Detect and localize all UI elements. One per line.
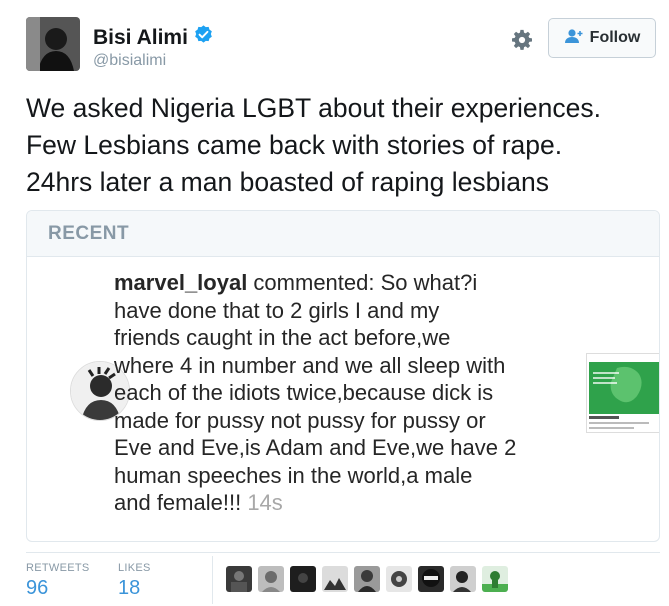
retweets-stat[interactable]: RETWEETS 96 — [26, 562, 90, 600]
embedded-image[interactable]: RECENT marvel_loyal commented: So what?i… — [26, 210, 660, 542]
add-user-icon — [564, 28, 584, 49]
liker-avatar[interactable] — [322, 566, 348, 592]
retweets-count[interactable]: 96 — [26, 577, 90, 600]
stats-separator — [212, 556, 213, 604]
liker-avatar[interactable] — [482, 566, 508, 592]
comment-line: have done that to 2 girls I and my — [114, 297, 440, 323]
likes-count[interactable]: 18 — [118, 577, 151, 600]
follow-label: Follow — [589, 29, 641, 46]
liker-avatar[interactable] — [418, 566, 444, 592]
comment-line: made for pussy not pussy for pussy or — [114, 407, 486, 433]
tweet-text-line: 24hrs later a man boasted of raping lesb… — [26, 167, 549, 197]
tweet-text: We asked Nigeria LGBT about their experi… — [26, 90, 666, 201]
tweet-text-line: We asked Nigeria LGBT about their experi… — [26, 93, 601, 123]
liker-avatar[interactable] — [226, 566, 252, 592]
comment-line: where 4 in number and we all sleep with — [114, 352, 506, 378]
retweets-label: RETWEETS — [26, 562, 90, 574]
comment-line: human speeches in the world,a male — [114, 462, 473, 488]
comment-text: marvel_loyal commented: So what?i have d… — [114, 269, 584, 517]
gear-icon[interactable] — [511, 29, 533, 51]
comment-line: Eve and Eve,is Adam and Eve,we have 2 — [114, 435, 517, 460]
comment-line: and female!!! — [114, 490, 248, 515]
author-avatar[interactable] — [26, 17, 80, 71]
liker-avatar[interactable] — [258, 566, 284, 592]
comment-line: commented: So what?i — [247, 270, 478, 295]
verified-badge-icon — [193, 24, 214, 51]
author-name[interactable]: Bisi Alimi — [93, 26, 188, 50]
comment-line: friends caught in the act before,we — [114, 325, 451, 350]
author-name-row[interactable]: Bisi Alimi — [93, 24, 214, 51]
recent-header: RECENT — [27, 211, 659, 257]
comment-time: 14s — [247, 490, 283, 515]
likes-stat[interactable]: LIKES 18 — [118, 562, 151, 600]
liker-avatar[interactable] — [290, 566, 316, 592]
liker-avatar[interactable] — [354, 566, 380, 592]
commenter-username: marvel_loyal — [114, 270, 248, 295]
likes-label: LIKES — [118, 562, 151, 574]
author-handle[interactable]: @bisialimi — [93, 52, 166, 70]
comment-line: each of the idiots twice,because dick is — [114, 380, 494, 405]
post-thumbnail — [586, 353, 659, 433]
liker-avatar[interactable] — [386, 566, 412, 592]
liker-avatar[interactable] — [450, 566, 476, 592]
follow-button[interactable]: Follow — [548, 18, 656, 58]
stats-divider — [26, 552, 660, 553]
likers-avatars — [226, 566, 508, 592]
tweet-text-line: Few Lesbians came back with stories of r… — [26, 130, 563, 160]
